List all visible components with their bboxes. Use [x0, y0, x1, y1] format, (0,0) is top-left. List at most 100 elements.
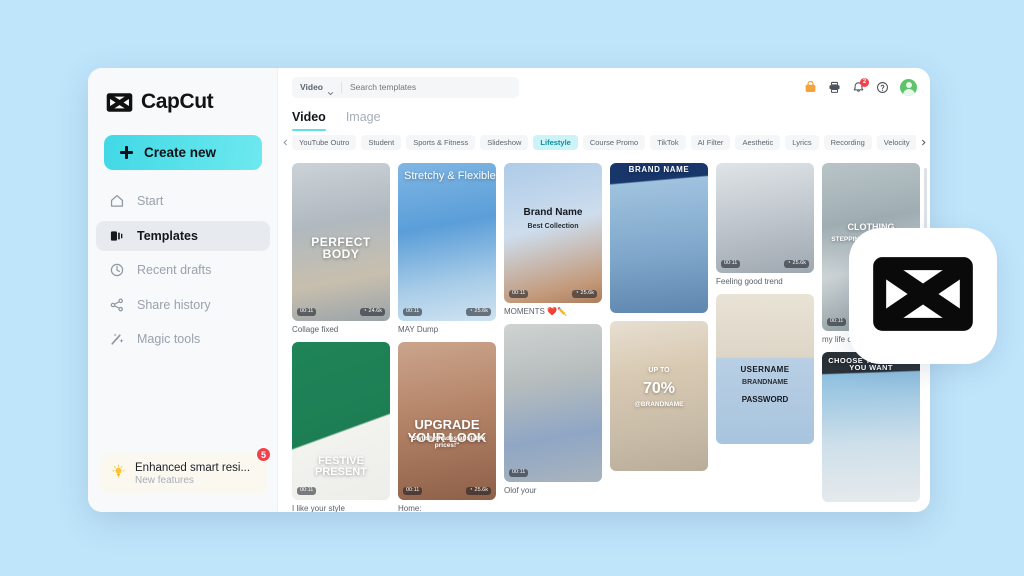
template-card[interactable]: Brand Name Best Collection 00:11 ◔25.6k MOME… — [504, 163, 602, 316]
sidebar-item-recent-drafts[interactable]: Recent drafts — [96, 255, 270, 285]
template-thumbnail: Stretchy & Flexible00:11◔25.6k — [398, 163, 496, 321]
template-thumbnail: USERNAMEBRANDNAMEPASSWORD — [716, 294, 814, 444]
sidebar-nav: Start Templates — [96, 186, 270, 359]
media-type-select[interactable]: Video — [300, 82, 323, 92]
promo-text: Enhanced smart resi... New features — [135, 462, 250, 486]
category-chip[interactable]: Velocity — [877, 135, 916, 150]
capcut-logo-icon — [106, 92, 133, 113]
chevron-left-icon[interactable] — [278, 139, 292, 146]
category-chip[interactable]: Recording — [824, 135, 872, 150]
template-caption: Home: — [398, 504, 496, 512]
fire-icon: ◔ — [469, 309, 472, 315]
overlay-title-text: Brand Name — [504, 208, 602, 219]
sidebar-item-label: Start — [137, 194, 163, 208]
fire-icon: ◔ — [575, 291, 578, 297]
category-chip[interactable]: Sports & Fitness — [406, 135, 475, 150]
template-thumbnail: UPGRADE YOUR LOOK"Stylish shades at stab… — [398, 342, 496, 500]
top-bar: Video — [278, 68, 930, 106]
template-card[interactable]: USERNAMEBRANDNAMEPASSWORD — [716, 294, 814, 444]
uses-badge: ◔24.6k — [360, 308, 385, 317]
template-thumbnail: UP TO70%@BRANDNAME — [610, 321, 708, 471]
sidebar-item-templates[interactable]: Templates — [96, 221, 270, 251]
uses-badge: ◔25.6k — [466, 308, 491, 317]
category-chips: YouTube Outro Student Sports & Fitness Slid… — [292, 135, 916, 150]
template-card[interactable]: PERFECT BODY00:11◔24.6kCollage fixed — [292, 163, 390, 334]
template-thumbnail: PERFECT BODY00:11◔24.6k — [292, 163, 390, 321]
category-chip[interactable]: YouTube Outro — [292, 135, 356, 150]
crown-pro-icon[interactable] — [804, 81, 817, 94]
fire-icon: ◔ — [469, 488, 472, 494]
template-thumbnail: BRAND NAME — [610, 163, 708, 313]
fire-icon: ◔ — [787, 261, 790, 267]
sidebar-item-share-history[interactable]: Share history — [96, 290, 270, 320]
template-card[interactable]: UP TO70%@BRANDNAME — [610, 321, 708, 471]
category-chip[interactable]: TikTok — [650, 135, 685, 150]
sidebar-item-label: Magic tools — [137, 332, 200, 346]
user-avatar[interactable] — [900, 79, 917, 96]
overlay-sub-text: "Stylish shades at stable prices!" — [398, 436, 496, 450]
sidebar-item-magic-tools[interactable]: Magic tools — [96, 324, 270, 354]
tab-image[interactable]: Image — [346, 110, 381, 131]
search-divider — [341, 82, 342, 93]
help-circle-icon[interactable] — [876, 81, 889, 94]
uses-count: 25.6k — [475, 488, 488, 494]
tab-video[interactable]: Video — [292, 110, 326, 131]
template-card[interactable]: Stretchy & Flexible00:11◔25.6k MAY Dump — [398, 163, 496, 334]
uses-count: 24.6k — [369, 309, 382, 315]
overlay-sub-text: BRANDNAME — [716, 379, 814, 386]
duration-badge: 00:11 — [297, 487, 316, 496]
bell-badge: 2 — [860, 78, 869, 87]
promo-title: Enhanced smart resi... — [135, 462, 250, 474]
top-bar-icons: 2 — [804, 79, 917, 96]
main-content: Video — [278, 68, 930, 512]
category-chip[interactable]: Lyrics — [785, 135, 818, 150]
chevron-down-icon[interactable] — [327, 84, 334, 91]
sidebar: CapCut Create new Start — [88, 68, 278, 512]
search-input[interactable] — [350, 82, 500, 92]
clock-icon — [109, 262, 125, 278]
uses-badge: ◔25.6k — [466, 487, 491, 496]
overlay-title-text: Stretchy & Flexible — [398, 171, 496, 183]
duration-badge: 00:11 — [509, 290, 528, 299]
category-chips-row: YouTube Outro Student Sports & Fitness Slid… — [278, 131, 930, 150]
screenshot-stage: CapCut Create new Start — [0, 0, 1024, 576]
category-chip[interactable]: Course Promo — [583, 135, 645, 150]
duration-badge: 00:11 — [509, 469, 528, 478]
share-icon — [109, 297, 125, 313]
uses-count: 25.6k — [793, 261, 806, 267]
template-thumbnail: CHOOSE THE OUTFIT YOU WANT — [822, 352, 920, 502]
home-icon — [109, 193, 125, 209]
bell-icon[interactable]: 2 — [852, 81, 865, 94]
category-chip[interactable]: Slideshow — [480, 135, 528, 150]
template-caption: MOMENTS ❤️✏️ — [504, 307, 602, 316]
template-card[interactable]: 00:11Olof your — [504, 324, 602, 495]
chevron-right-icon[interactable] — [916, 139, 930, 146]
sidebar-item-start[interactable]: Start — [96, 186, 270, 216]
template-card[interactable]: CHOOSE THE OUTFIT YOU WANT — [822, 352, 920, 502]
promo-card[interactable]: Enhanced smart resi... New features 5 — [100, 454, 266, 494]
search-bar[interactable]: Video — [292, 77, 519, 98]
category-chip[interactable]: AI Filter — [691, 135, 731, 150]
floating-capcut-logo — [849, 228, 997, 364]
create-new-label: Create new — [144, 145, 216, 160]
overlay-sub-text: Best Collection — [504, 223, 602, 230]
template-grid: PERFECT BODY00:11◔24.6kCollage fixedFEST… — [278, 163, 930, 512]
template-card[interactable]: 00:11◔25.6kFeeling good trend — [716, 163, 814, 286]
sidebar-item-label: Templates — [137, 229, 198, 243]
brand-name: CapCut — [141, 90, 213, 114]
capcut-app-window: CapCut Create new Start — [88, 68, 930, 512]
category-chip[interactable]: Student — [361, 135, 401, 150]
overlay-title-text: PERFECT BODY — [292, 236, 390, 261]
uses-count: 25.6k — [581, 291, 594, 297]
printer-icon[interactable] — [828, 81, 841, 94]
template-card[interactable]: BRAND NAME — [610, 163, 708, 313]
capcut-logo-icon — [871, 254, 975, 339]
promo-subtitle: New features — [135, 475, 250, 486]
sidebar-item-label: Recent drafts — [137, 263, 211, 277]
template-card[interactable]: UPGRADE YOUR LOOK"Stylish shades at stab… — [398, 342, 496, 512]
create-new-button[interactable]: Create new — [104, 135, 262, 170]
template-card[interactable]: FESTIVE PRESENT00:11I like your style — [292, 342, 390, 512]
category-chip[interactable]: Lifestyle — [533, 135, 577, 150]
template-caption: MAY Dump — [398, 325, 496, 334]
category-chip[interactable]: Aesthetic — [735, 135, 780, 150]
